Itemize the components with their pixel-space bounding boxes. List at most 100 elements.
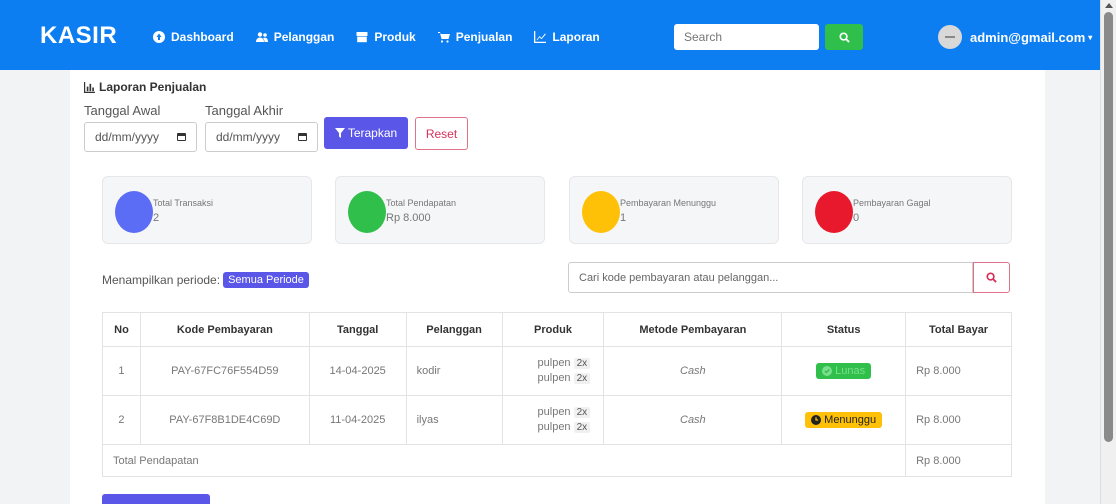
stat-indicator: [115, 191, 153, 233]
cart-icon: [437, 32, 450, 43]
footer-label: Total Pendapatan: [101, 444, 907, 477]
nav-link-produk[interactable]: Produk: [356, 30, 416, 44]
bar-chart-icon: [84, 81, 95, 93]
cell-method: Cash: [603, 395, 783, 445]
transaction-search-button[interactable]: [973, 262, 1010, 293]
reset-button[interactable]: Reset: [415, 117, 468, 150]
transaction-search-input[interactable]: Cari kode pembayaran atau pelanggan...: [568, 262, 973, 293]
nav-link-label: Penjualan: [455, 30, 513, 44]
search-icon: [986, 272, 997, 283]
transactions-table: No Kode Pembayaran Tanggal Pelanggan Pro…: [101, 312, 1012, 477]
user-menu[interactable]: admin@gmail.com ▾: [938, 25, 1092, 49]
cell-date: 11-04-2025: [308, 395, 407, 445]
product-name: pulpen: [537, 372, 571, 384]
table-row[interactable]: 1 PAY-67FC76F554D59 14-04-2025 kodir pul…: [102, 346, 1012, 396]
column-header-pelanggan[interactable]: Pelanggan: [405, 312, 503, 347]
nav-link-laporan[interactable]: Laporan: [534, 30, 600, 44]
nav-link-label: Laporan: [552, 30, 600, 44]
start-date-input[interactable]: dd/mm/yyyy: [84, 122, 197, 152]
period-prefix: Menampilkan periode:: [102, 273, 221, 287]
column-header-tanggal[interactable]: Tanggal: [308, 312, 407, 347]
nav-links: Dashboard Pelanggan Produk Penjualan Lap…: [153, 30, 622, 44]
column-header-kode[interactable]: Kode Pembayaran: [139, 312, 310, 347]
cell-date: 14-04-2025: [308, 346, 407, 396]
chevron-down-icon: ▾: [1088, 32, 1093, 42]
brand-logo[interactable]: KASIR: [40, 22, 117, 50]
apply-filter-label: Terapkan: [347, 126, 398, 140]
column-header-produk[interactable]: Produk: [501, 312, 605, 347]
period-badge: Semua Periode: [223, 272, 309, 288]
table-row[interactable]: 2 PAY-67F8B1DE4C69D 11-04-2025 ilyas pul…: [102, 395, 1012, 445]
start-date-label: Tanggal Awal: [84, 103, 161, 118]
stat-label: Total Transaksi: [153, 198, 214, 208]
nav-link-pelanggan[interactable]: Pelanggan: [255, 30, 335, 44]
stat-value: 1: [620, 212, 627, 224]
product-line: pulpen 2x: [503, 405, 604, 420]
nav-link-penjualan[interactable]: Penjualan: [437, 30, 513, 44]
end-date-input[interactable]: dd/mm/yyyy: [205, 122, 318, 152]
bottom-action-button[interactable]: [102, 494, 210, 504]
table-header-row: No Kode Pembayaran Tanggal Pelanggan Pro…: [102, 312, 1012, 347]
product-qty: 2x: [573, 422, 591, 433]
product-qty: 2x: [573, 373, 591, 384]
cell-customer: kodir: [405, 346, 503, 396]
nav-search-button[interactable]: [825, 24, 863, 50]
search-icon: [838, 31, 850, 43]
end-date-label: Tanggal Akhir: [205, 103, 284, 118]
column-header-status[interactable]: Status: [781, 312, 907, 347]
scroll-thumb[interactable]: [1104, 12, 1113, 442]
search-placeholder: Cari kode pembayaran atau pelanggan...: [579, 271, 779, 284]
cell-no: 1: [102, 346, 141, 396]
avatar: [938, 25, 962, 49]
scroll-up-arrow-icon[interactable]: [1105, 3, 1113, 8]
cell-status: Menunggu: [781, 395, 907, 445]
period-indicator: Menampilkan periode: Semua Periode: [102, 272, 309, 288]
calendar-icon[interactable]: [298, 133, 307, 141]
product-name: pulpen: [537, 421, 571, 433]
stat-pembayaran-menunggu: Pembayaran Menunggu 1: [569, 176, 779, 244]
status-badge: Lunas: [816, 363, 872, 379]
page-title: Laporan Penjualan: [84, 80, 206, 94]
box-icon: [356, 32, 368, 43]
product-name: pulpen: [537, 357, 571, 369]
report-card: Laporan Penjualan Tanggal Awal Tanggal A…: [70, 70, 1045, 504]
user-email: admin@gmail.com: [970, 29, 1086, 45]
stat-value: 0: [853, 212, 860, 224]
cell-code: PAY-67F8B1DE4C69D: [139, 395, 310, 445]
product-name: pulpen: [537, 406, 571, 418]
apply-filter-button[interactable]: Terapkan: [324, 117, 408, 149]
column-header-no[interactable]: No: [102, 312, 141, 347]
page-scrollbar[interactable]: [1100, 0, 1116, 504]
stat-label: Pembayaran Menunggu: [620, 198, 717, 208]
clock-icon: [811, 415, 822, 425]
cell-code: PAY-67FC76F554D59: [139, 346, 310, 396]
status-text: Lunas: [835, 365, 866, 377]
status-badge: Menunggu: [805, 412, 883, 428]
stat-indicator: [815, 191, 853, 233]
column-header-total[interactable]: Total Bayar: [905, 312, 1012, 347]
chart-line-icon: [534, 31, 547, 43]
stat-total-pendapatan: Total Pendapatan Rp 8.000: [335, 176, 545, 244]
nav-link-label: Pelanggan: [273, 30, 335, 44]
end-date-value: dd/mm/yyyy: [216, 130, 281, 144]
nav-link-label: Dashboard: [171, 30, 234, 44]
product-line: pulpen 2x: [503, 356, 604, 371]
stat-value: Rp 8.000: [386, 212, 431, 224]
page-title-text: Laporan Penjualan: [99, 80, 207, 94]
cell-total: Rp 8.000: [905, 395, 1012, 445]
check-circle-icon: [822, 366, 833, 376]
nav-search-input[interactable]: [674, 24, 819, 50]
cell-method: Cash: [603, 346, 783, 396]
stat-value: 2: [153, 212, 160, 224]
product-line: pulpen 2x: [503, 420, 604, 435]
stat-pembayaran-gagal: Pembayaran Gagal 0: [802, 176, 1012, 244]
start-date-value: dd/mm/yyyy: [95, 130, 160, 144]
cell-customer: ilyas: [405, 395, 503, 445]
column-header-metode[interactable]: Metode Pembayaran: [603, 312, 783, 347]
calendar-icon[interactable]: [177, 133, 186, 141]
footer-total: Rp 8.000: [905, 444, 1012, 477]
filter-icon: [334, 128, 345, 138]
status-text: Menunggu: [824, 414, 877, 426]
nav-link-dashboard[interactable]: Dashboard: [153, 30, 234, 44]
stat-indicator: [348, 191, 386, 233]
